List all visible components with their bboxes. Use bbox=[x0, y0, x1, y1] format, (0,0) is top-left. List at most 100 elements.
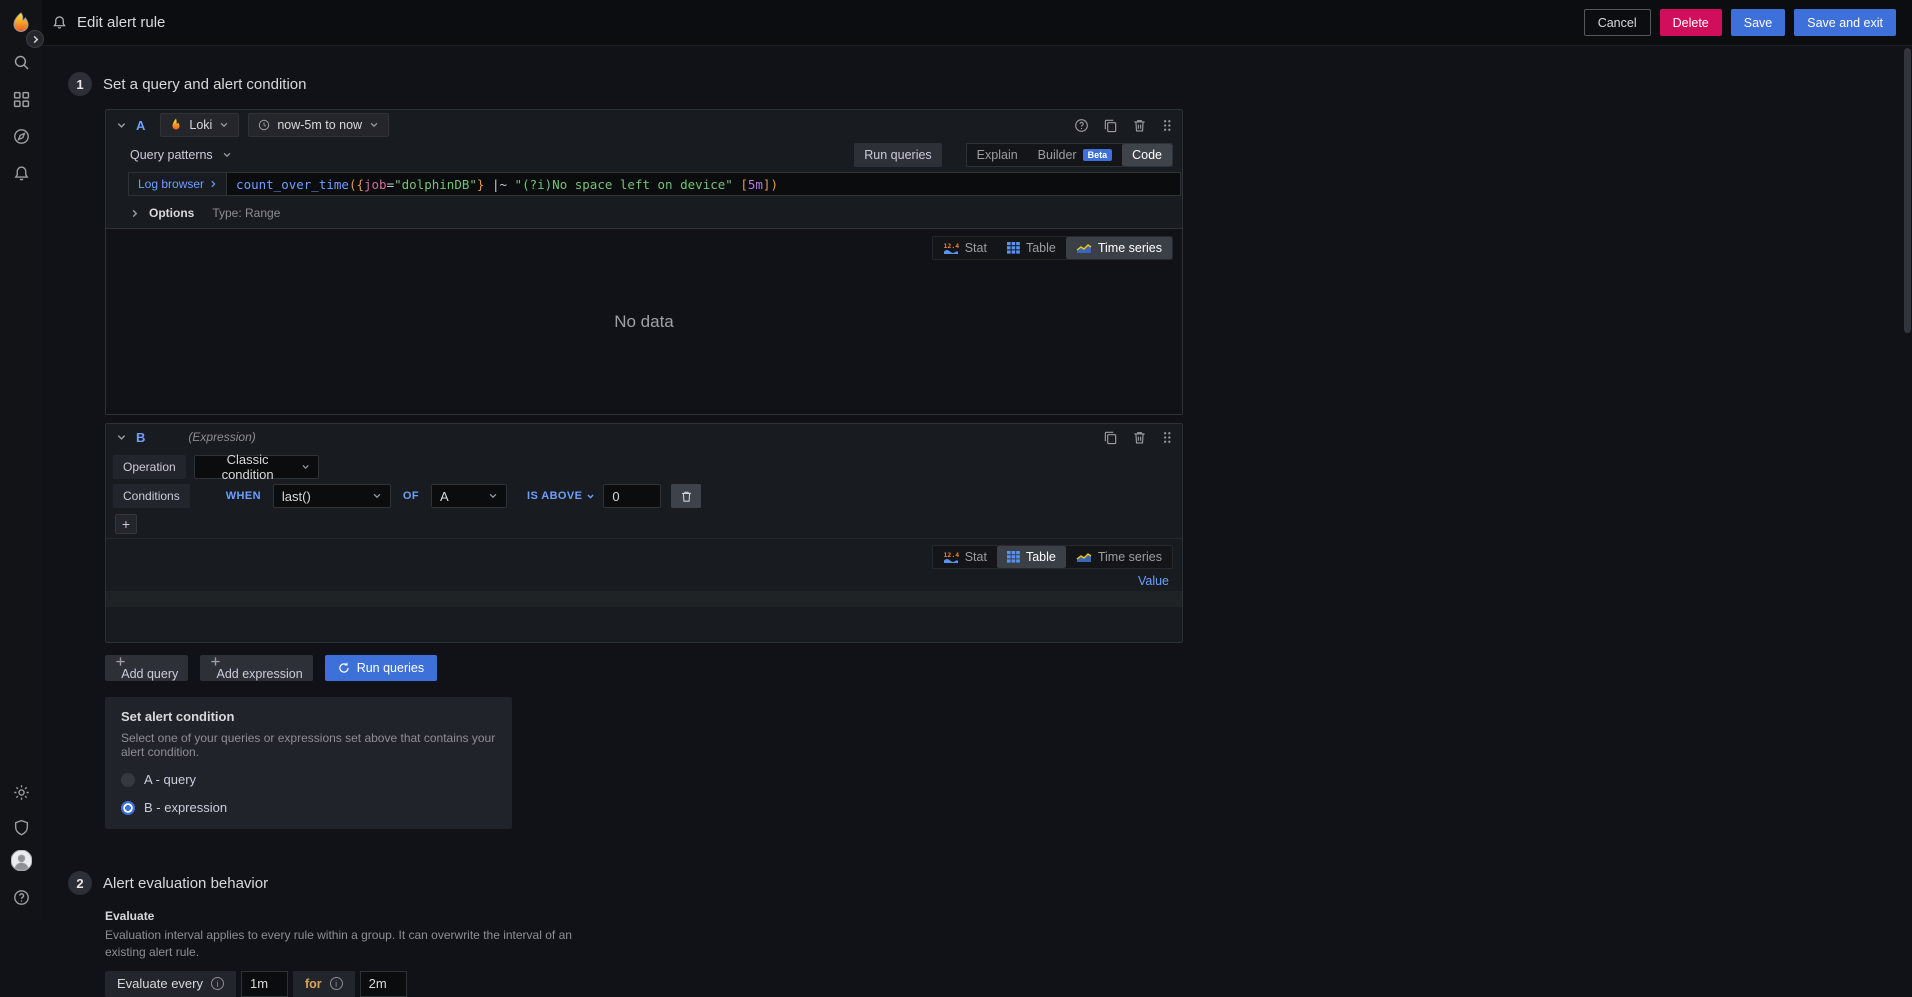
page-header: Edit alert rule Cancel Delete Save Save … bbox=[42, 0, 1912, 46]
radio-label: B - expression bbox=[144, 800, 227, 815]
for-input[interactable] bbox=[360, 971, 407, 997]
viz-timeseries-button[interactable]: Time series bbox=[1066, 546, 1172, 568]
sidebar-item-settings[interactable] bbox=[0, 777, 42, 807]
chevron-down-icon bbox=[488, 491, 498, 501]
expression-b-actions bbox=[1103, 430, 1173, 445]
viz-table-button[interactable]: Table bbox=[997, 546, 1066, 568]
copy-icon bbox=[1103, 430, 1118, 445]
header-actions: Cancel Delete Save Save and exit bbox=[1584, 9, 1896, 36]
query-actions-row: Add query Add expression Run queries bbox=[105, 655, 1912, 681]
info-icon[interactable]: i bbox=[330, 977, 343, 990]
chevron-down-icon bbox=[219, 120, 229, 130]
save-button[interactable]: Save bbox=[1731, 9, 1786, 36]
sidebar-item-dashboards[interactable] bbox=[0, 84, 42, 114]
save-and-exit-button[interactable]: Save and exit bbox=[1794, 9, 1896, 36]
log-browser-label: Log browser bbox=[138, 177, 204, 191]
mode-code[interactable]: Code bbox=[1122, 144, 1172, 166]
sidebar-item-help[interactable] bbox=[0, 882, 42, 912]
add-query-button[interactable]: Add query bbox=[105, 655, 188, 681]
alert-condition-description: Select one of your queries or expression… bbox=[121, 731, 496, 759]
plus-icon bbox=[210, 656, 302, 667]
run-queries-label: Run queries bbox=[357, 661, 424, 675]
search-icon bbox=[13, 54, 30, 71]
run-queries-top-button[interactable]: Run queries bbox=[854, 143, 941, 167]
conditions-label: Conditions bbox=[113, 484, 190, 508]
add-condition-button[interactable]: + bbox=[115, 514, 137, 534]
query-panel-a: A Loki now-5m to now bbox=[105, 109, 1183, 415]
viz-table-label: Table bbox=[1026, 550, 1056, 564]
run-queries-button[interactable]: Run queries bbox=[325, 655, 437, 681]
query-a-header: A Loki now-5m to now bbox=[106, 110, 1182, 140]
for-text: for bbox=[305, 977, 322, 991]
compass-icon bbox=[13, 128, 30, 145]
viz-stat-button[interactable]: 12.4 Stat bbox=[933, 546, 997, 568]
svg-text:12.4: 12.4 bbox=[943, 551, 959, 559]
time-series-icon bbox=[1076, 551, 1092, 563]
remove-expression-button[interactable] bbox=[1132, 430, 1147, 445]
query-a-actions bbox=[1074, 118, 1173, 133]
sidebar-item-profile[interactable] bbox=[0, 845, 42, 875]
step1-number: 1 bbox=[68, 72, 92, 96]
add-expression-button[interactable]: Add expression bbox=[200, 655, 312, 681]
query-code[interactable]: count_over_time({job="dolphinDB"} |~ "(?… bbox=[227, 173, 787, 195]
drag-handle[interactable] bbox=[1161, 430, 1173, 445]
scrollbar[interactable] bbox=[1904, 48, 1911, 333]
evaluate-heading: Evaluate bbox=[105, 909, 1912, 923]
options-label: Options bbox=[149, 206, 194, 220]
chevron-right-icon bbox=[31, 35, 40, 44]
duplicate-expression-button[interactable] bbox=[1103, 430, 1118, 445]
alert-condition-title: Set alert condition bbox=[121, 709, 496, 724]
evaluator-select[interactable]: IS ABOVE bbox=[527, 490, 595, 502]
when-function-select[interactable]: last() bbox=[273, 484, 391, 508]
expression-panel-b: B (Expression) Operation bbox=[105, 423, 1183, 643]
cancel-button[interactable]: Cancel bbox=[1584, 9, 1651, 36]
page-title: Edit alert rule bbox=[77, 14, 165, 31]
expression-b-refid: B bbox=[136, 430, 145, 445]
sidebar-item-search[interactable] bbox=[0, 47, 42, 77]
operation-label: Operation bbox=[113, 455, 186, 479]
radio-option-a-query[interactable]: A - query bbox=[121, 772, 496, 787]
chevron-down-icon[interactable] bbox=[116, 120, 127, 131]
step2-title: Alert evaluation behavior bbox=[103, 875, 268, 892]
delete-button[interactable]: Delete bbox=[1660, 9, 1722, 36]
sidebar-item-explore[interactable] bbox=[0, 121, 42, 151]
drag-handle[interactable] bbox=[1161, 118, 1173, 133]
add-query-label: Add query bbox=[121, 667, 178, 681]
refresh-icon bbox=[338, 662, 350, 674]
help-circle-icon bbox=[1074, 118, 1089, 133]
time-range-picker[interactable]: now-5m to now bbox=[248, 113, 389, 137]
radio-option-b-expression[interactable]: B - expression bbox=[121, 800, 496, 815]
query-options-row[interactable]: Options Type: Range bbox=[106, 200, 1182, 228]
alert-condition-box: Set alert condition Select one of your q… bbox=[105, 697, 512, 829]
remove-condition-button[interactable] bbox=[671, 484, 701, 508]
table-column-value[interactable]: Value bbox=[115, 569, 1173, 591]
datasource-picker[interactable]: Loki bbox=[160, 113, 239, 137]
step2-header: 2 Alert evaluation behavior bbox=[68, 871, 1912, 895]
drag-dots-icon bbox=[1161, 118, 1173, 133]
of-query-select[interactable]: A bbox=[431, 484, 507, 508]
threshold-input[interactable] bbox=[603, 484, 661, 508]
expression-type-label: (Expression) bbox=[188, 430, 255, 444]
remove-query-button[interactable] bbox=[1132, 118, 1147, 133]
chevron-down-icon[interactable] bbox=[116, 432, 127, 443]
drag-dots-icon bbox=[1161, 430, 1173, 445]
step1-header: 1 Set a query and alert condition bbox=[68, 72, 1912, 96]
evaluate-every-input[interactable] bbox=[241, 971, 288, 997]
mode-explain[interactable]: Explain bbox=[967, 144, 1028, 166]
when-keyword: WHEN bbox=[226, 490, 261, 502]
of-keyword: OF bbox=[403, 490, 419, 502]
log-browser-button[interactable]: Log browser bbox=[129, 173, 227, 195]
sidebar-item-admin[interactable] bbox=[0, 812, 42, 842]
chevron-down-icon bbox=[301, 462, 310, 472]
operation-select[interactable]: Classic condition bbox=[194, 455, 319, 479]
table-icon bbox=[1007, 551, 1020, 563]
sidebar-item-alerting[interactable] bbox=[0, 158, 42, 188]
info-icon[interactable]: i bbox=[211, 977, 224, 990]
mode-builder[interactable]: Builder Beta bbox=[1028, 144, 1122, 166]
duplicate-query-button[interactable] bbox=[1103, 118, 1118, 133]
time-range-value: now-5m to now bbox=[277, 118, 362, 132]
evaluate-every-label: Evaluate every i bbox=[105, 971, 236, 997]
query-patterns-dropdown[interactable]: Query patterns bbox=[130, 148, 232, 162]
sidebar-expand-button[interactable] bbox=[26, 30, 44, 48]
query-help-button[interactable] bbox=[1074, 118, 1089, 133]
